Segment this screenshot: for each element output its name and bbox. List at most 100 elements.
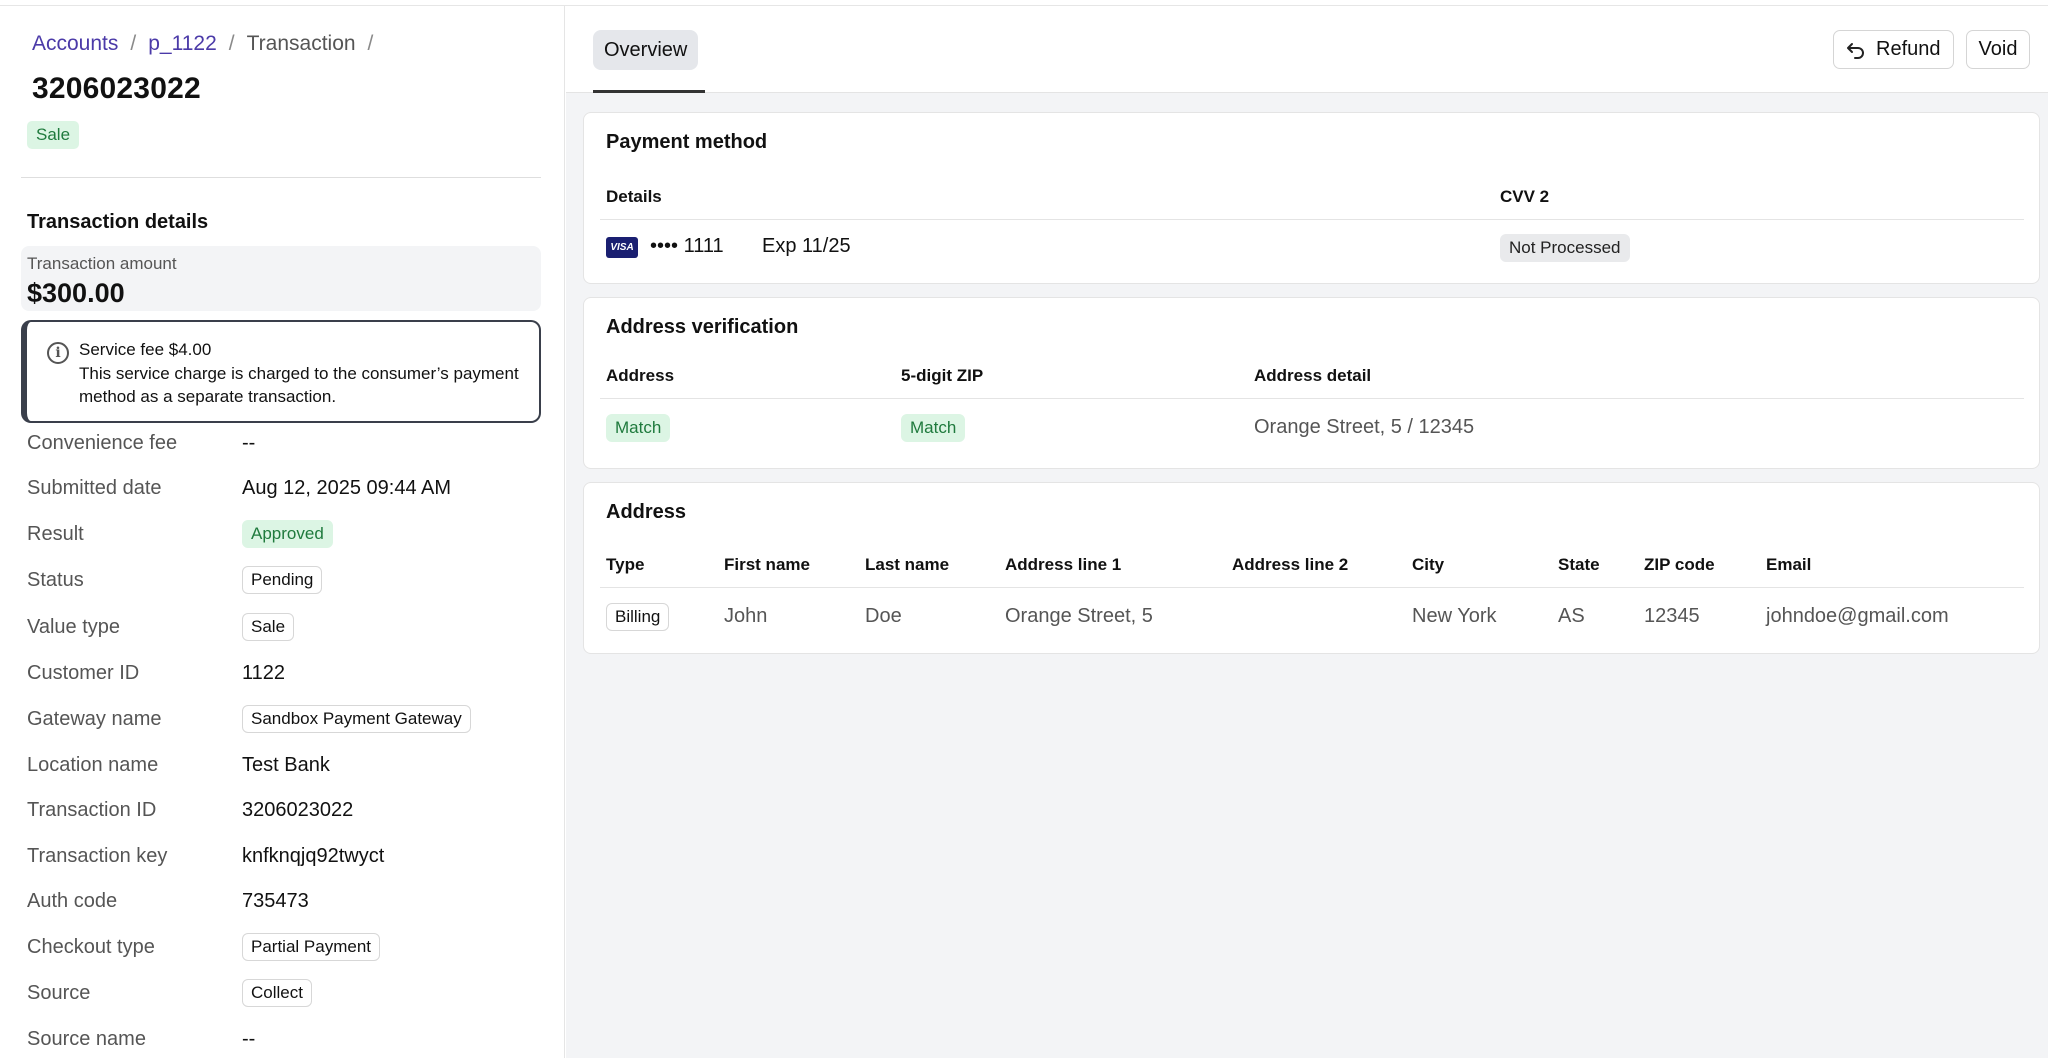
value-type-badge: Sale (242, 613, 295, 641)
detail-row-customer-id: Customer ID 1122 (27, 658, 547, 688)
payment-method-title: Payment method (606, 131, 768, 153)
detail-label: Customer ID (27, 661, 140, 684)
detail-value: 1122 (242, 661, 286, 684)
column-header-address-detail: Address detail (1254, 366, 1372, 385)
detail-label: Transaction ID (27, 798, 157, 821)
detail-value: Test Bank (242, 753, 330, 776)
transaction-sidebar: Accounts / p_1122 / Transaction / 320602… (0, 6, 565, 1058)
transaction-page: Accounts / p_1122 / Transaction / 320602… (0, 0, 2048, 1058)
detail-label: Transaction key (27, 844, 168, 867)
address-city: New York (1412, 605, 1497, 627)
column-header-details: Details (606, 187, 662, 206)
checkout-type-badge: Partial Payment (242, 933, 380, 961)
address-title: Address (606, 501, 687, 523)
detail-row-auth-code: Auth code 735473 (27, 886, 547, 916)
detail-row-source-name: Source name -- (27, 1024, 547, 1054)
address-card: Address Type First name Last name Addres… (583, 482, 2040, 654)
column-header-first-name: First name (724, 555, 810, 574)
column-header-last-name: Last name (865, 555, 950, 574)
address-last-name: Doe (865, 605, 902, 627)
result-badge: Approved (242, 520, 333, 548)
source-badge: Collect (242, 979, 312, 1007)
refund-button-label: Refund (1876, 38, 1941, 60)
detail-row-location-name: Location name Test Bank (27, 750, 547, 780)
detail-value: 3206023022 (242, 798, 354, 821)
detail-label: Location name (27, 753, 159, 776)
address-verification-title: Address verification (606, 316, 799, 338)
void-button[interactable]: Void (1966, 30, 2030, 69)
row-divider (600, 398, 2024, 399)
detail-label: Convenience fee (27, 431, 178, 454)
address-match-badge: Match (606, 414, 671, 442)
breadcrumb-account-p1122[interactable]: p_1122 (148, 32, 217, 56)
transaction-amount-value: $300.00 (27, 278, 125, 308)
breadcrumb-accounts[interactable]: Accounts (32, 32, 118, 56)
detail-row-value-type: Value type Sale (27, 612, 547, 642)
service-fee-title: Service fee $4.00 (79, 340, 212, 359)
breadcrumb-separator: / (130, 32, 137, 55)
active-tab-indicator (593, 90, 705, 93)
detail-label: Value type (27, 615, 121, 638)
detail-value: 735473 (242, 889, 309, 912)
detail-row-submitted-date: Submitted date Aug 12, 2025 09:44 AM (27, 473, 547, 503)
page-title: 3206023022 (32, 72, 201, 105)
column-header-state: State (1558, 555, 1600, 574)
divider (21, 177, 541, 178)
detail-row-result: Result Approved (27, 519, 547, 549)
detail-row-gateway-name: Gateway name Sandbox Payment Gateway (27, 704, 547, 734)
void-button-label: Void (1978, 38, 2018, 60)
info-circle-icon: i (47, 342, 69, 364)
row-divider (600, 219, 2024, 220)
detail-value: Aug 12, 2025 09:44 AM (242, 476, 452, 499)
detail-label: Auth code (27, 889, 118, 912)
detail-row-transaction-id: Transaction ID 3206023022 (27, 795, 547, 825)
detail-label: Source name (27, 1027, 146, 1050)
zip-match-badge: Match (901, 414, 966, 442)
address-verification-card: Address verification Address 5-digit ZIP… (583, 297, 2040, 469)
address-zip: 12345 (1644, 605, 1700, 627)
undo-arrow-icon (1847, 42, 1864, 59)
address-first-name: John (724, 605, 768, 627)
detail-row-checkout-type: Checkout type Partial Payment (27, 932, 547, 962)
gateway-badge: Sandbox Payment Gateway (242, 705, 471, 733)
service-fee-notice: i Service fee $4.00 This service charge … (21, 320, 541, 423)
cvv-status-badge: Not Processed (1500, 234, 1630, 262)
address-line-1: Orange Street, 5 (1005, 605, 1153, 627)
breadcrumb: Accounts / p_1122 / Transaction / (32, 32, 385, 56)
tab-overview[interactable]: Overview (593, 30, 699, 70)
card-expiry: Exp 11/25 (762, 235, 851, 257)
column-header-address: Address (606, 366, 675, 385)
detail-label: Gateway name (27, 707, 162, 730)
column-header-city: City (1412, 555, 1445, 574)
column-header-email: Email (1766, 555, 1812, 574)
transaction-amount-box: Transaction amount $300.00 (21, 246, 541, 311)
breadcrumb-transaction: Transaction (246, 32, 356, 55)
service-fee-description: This service charge is charged to the co… (79, 364, 519, 406)
column-header-type: Type (606, 555, 645, 574)
detail-value: -- (242, 1027, 256, 1050)
column-header-cvv: CVV 2 (1500, 187, 1550, 206)
address-state: AS (1558, 605, 1585, 627)
address-detail-value: Orange Street, 5 / 12345 (1254, 416, 1475, 438)
detail-value: -- (242, 431, 256, 454)
address-email: johndoe@gmail.com (1766, 605, 1949, 627)
column-header-zip-code: ZIP code (1644, 555, 1715, 574)
card-masked-number: •••• 1111 (650, 235, 724, 257)
address-type-badge: Billing (606, 603, 670, 631)
detail-label: Source (27, 981, 91, 1004)
column-header-zip: 5-digit ZIP (901, 366, 984, 385)
transaction-type-badge: Sale (27, 121, 80, 149)
detail-row-status: Status Pending (27, 565, 547, 595)
breadcrumb-separator: / (228, 32, 235, 55)
transaction-details-heading: Transaction details (27, 211, 209, 233)
refund-button[interactable]: Refund (1833, 30, 1954, 69)
detail-row-source: Source Collect (27, 978, 547, 1008)
detail-label: Result (27, 522, 84, 545)
row-divider (600, 587, 2024, 588)
detail-value: knfknqjq92twyct (242, 844, 385, 867)
detail-row-convenience-fee: Convenience fee -- (27, 428, 547, 458)
column-header-address-line-1: Address line 1 (1005, 555, 1122, 574)
transaction-amount-label: Transaction amount (27, 254, 177, 273)
visa-card-icon: VISA (606, 237, 638, 258)
column-header-address-line-2: Address line 2 (1232, 555, 1349, 574)
